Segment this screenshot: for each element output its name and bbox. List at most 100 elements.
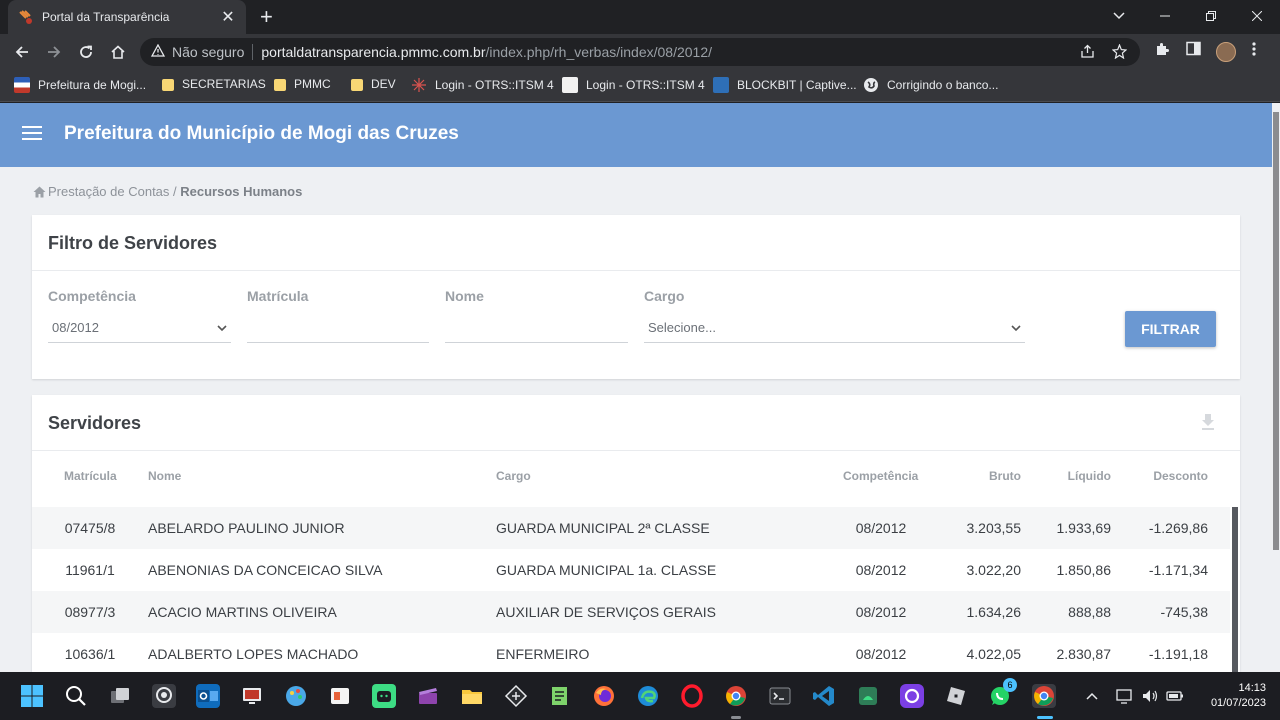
table-row[interactable]: 11961/1 ABENONIAS DA CONCEICAO SILVA GUA… <box>32 549 1230 591</box>
new-tab-button[interactable]: + <box>260 4 273 30</box>
close-window-button[interactable] <box>1234 0 1280 32</box>
network-icon[interactable] <box>1116 688 1134 707</box>
nome-input[interactable] <box>445 315 628 343</box>
edge-icon[interactable] <box>636 684 660 708</box>
download-icon[interactable] <box>1200 413 1216 431</box>
warning-icon[interactable] <box>150 43 166 60</box>
bookmark-label: Prefeitura de Mogi... <box>38 78 147 92</box>
chrome-active-icon[interactable] <box>1032 684 1056 708</box>
whatsapp-icon[interactable]: 6 <box>988 678 1017 708</box>
competencia-label: Competência <box>48 288 136 304</box>
search-icon[interactable] <box>64 684 88 708</box>
breadcrumb-parent[interactable]: Prestação de Contas <box>48 184 169 199</box>
windows-start-icon[interactable] <box>20 684 44 708</box>
security-label[interactable]: Não seguro <box>172 44 244 60</box>
android-studio-icon[interactable] <box>856 684 880 708</box>
address-bar[interactable]: Não seguro portaldatransparencia.pmmc.co… <box>140 38 1140 66</box>
bookmark-dev[interactable]: DEV <box>351 77 396 91</box>
table-header: Matrícula Nome Cargo Competência Bruto L… <box>32 451 1240 506</box>
system-clock[interactable]: 14:13 01/07/2023 <box>1196 681 1266 711</box>
cell-desconto: -745,38 <box>1160 604 1208 620</box>
tab-search-icon[interactable] <box>1096 0 1142 32</box>
bookmark-otrs-1[interactable]: Login - OTRS::ITSM 4 <box>411 77 554 93</box>
cell-bruto: 4.022,05 <box>966 646 1022 662</box>
cell-competencia: 08/2012 <box>855 604 907 620</box>
tab-close-icon[interactable]: ✕ <box>220 7 236 27</box>
matricula-input[interactable] <box>247 315 429 343</box>
breadcrumb-current: Recursos Humanos <box>180 184 303 199</box>
url-path[interactable]: /index.php/rh_verbas/index/08/2012/ <box>486 44 713 60</box>
cell-liquido: 2.830,87 <box>1056 646 1112 662</box>
filter-button[interactable]: FILTRAR <box>1125 311 1216 347</box>
cargo-select[interactable]: Selecione... <box>644 315 1025 343</box>
bookmark-blockbit[interactable]: BLOCKBIT | Captive... <box>713 77 857 93</box>
browser-menu-icon[interactable] <box>1252 41 1256 61</box>
notepad-icon[interactable] <box>548 684 572 708</box>
col-nome[interactable]: Nome <box>148 469 181 483</box>
breadcrumb-separator: / <box>169 184 181 199</box>
browser-tab[interactable]: Portal da Transparência ✕ <box>8 0 246 34</box>
git-app-icon[interactable] <box>504 684 528 708</box>
volume-icon[interactable] <box>1141 688 1159 707</box>
folder-icon <box>351 79 363 91</box>
profile-avatar[interactable] <box>1216 42 1236 62</box>
android-app-icon[interactable] <box>372 684 396 708</box>
remote-desktop-icon[interactable] <box>240 684 264 708</box>
extensions-puzzle-icon[interactable] <box>1154 41 1170 61</box>
tray-chevron-up-icon[interactable] <box>1086 688 1098 703</box>
col-desconto[interactable]: Desconto <box>1128 469 1208 483</box>
restore-button[interactable] <box>1188 0 1234 32</box>
side-panel-icon[interactable] <box>1186 41 1201 60</box>
breadcrumb: Prestação de Contas / Recursos Humanos <box>33 184 302 199</box>
battery-icon[interactable] <box>1166 688 1184 707</box>
bookmark-label: Login - OTRS::ITSM 4 <box>435 78 554 92</box>
table-row[interactable]: 10636/1 ADALBERTO LOPES MACHADO ENFERMEI… <box>32 633 1230 672</box>
bookmark-label: Corrigindo o banco... <box>887 78 999 92</box>
opera-icon[interactable] <box>680 684 704 708</box>
bookmark-corrigindo[interactable]: Corrigindo o banco... <box>863 77 998 93</box>
filter-card: Filtro de Servidores Competência 08/2012… <box>32 215 1240 379</box>
vscode-icon[interactable] <box>812 684 836 708</box>
file-explorer-icon[interactable] <box>460 684 484 708</box>
home-icon[interactable] <box>107 41 129 63</box>
competencia-select[interactable]: 08/2012 <box>48 315 231 343</box>
forward-arrow-icon[interactable] <box>43 41 65 63</box>
bookmark-otrs-2[interactable]: Login - OTRS::ITSM 4 <box>562 77 705 93</box>
table-row[interactable]: 08977/3 ACACIO MARTINS OLIVEIRA AUXILIAR… <box>32 591 1230 633</box>
col-matricula[interactable]: Matrícula <box>64 469 117 483</box>
url-host[interactable]: portaldatransparencia.pmmc.com.br <box>261 44 485 60</box>
bookmark-star-icon[interactable] <box>1111 43 1128 63</box>
menu-hamburger-icon[interactable] <box>22 126 42 140</box>
media-app-icon[interactable] <box>152 684 176 708</box>
paint-icon[interactable] <box>284 684 308 708</box>
dbeaver-icon[interactable] <box>900 684 924 708</box>
cell-matricula: 11961/1 <box>65 562 115 578</box>
roblox-icon[interactable] <box>944 684 968 708</box>
table-row[interactable]: 07475/8 ABELARDO PAULINO JUNIOR GUARDA M… <box>32 507 1230 549</box>
breadcrumb-home-icon[interactable] <box>33 186 46 198</box>
outlook-icon[interactable] <box>196 684 220 708</box>
reload-icon[interactable] <box>75 41 97 63</box>
chrome-profile-icon[interactable] <box>724 684 748 708</box>
clapperboard-icon[interactable] <box>416 684 440 708</box>
col-bruto[interactable]: Bruto <box>952 469 1021 483</box>
app-title: Prefeitura do Município de Mogi das Cruz… <box>64 123 459 144</box>
task-view-icon[interactable] <box>108 684 132 708</box>
page-scrollbar-thumb[interactable] <box>1273 112 1279 550</box>
minimize-button[interactable] <box>1142 0 1188 32</box>
col-competencia[interactable]: Competência <box>843 469 918 483</box>
bookmark-secretarias[interactable]: SECRETARIAS <box>162 77 266 91</box>
bookmark-pmmc[interactable]: PMMC <box>274 77 331 91</box>
col-liquido[interactable]: Líquido <box>1042 469 1111 483</box>
bookmark-label: DEV <box>371 77 396 91</box>
bookmark-prefeitura[interactable]: Prefeitura de Mogi... <box>14 77 146 93</box>
slides-app-icon[interactable] <box>328 684 352 708</box>
col-cargo[interactable]: Cargo <box>496 469 531 483</box>
cell-bruto: 1.634,26 <box>966 604 1022 620</box>
back-arrow-icon[interactable] <box>11 41 33 63</box>
share-icon[interactable] <box>1080 44 1095 63</box>
terminal-icon[interactable] <box>768 684 792 708</box>
table-scrollbar[interactable] <box>1232 507 1238 672</box>
globe-icon <box>863 77 879 93</box>
firefox-icon[interactable] <box>592 684 616 708</box>
